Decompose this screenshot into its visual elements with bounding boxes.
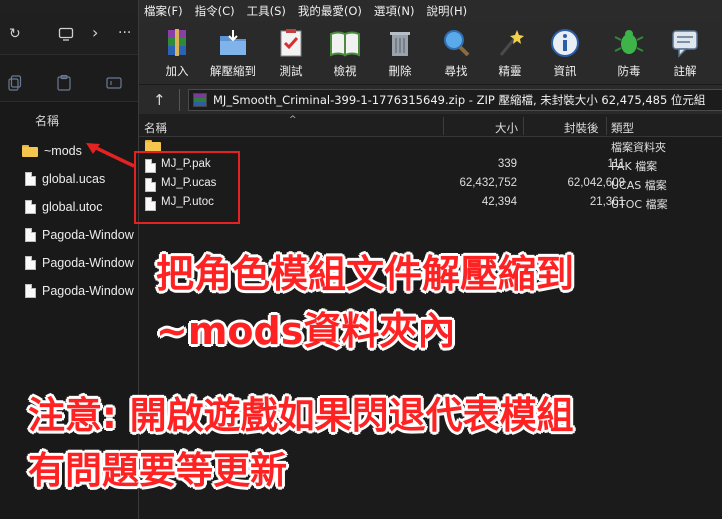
- cell-type: PAK 檔案: [611, 160, 658, 173]
- toolbar-label: 尋找: [444, 64, 468, 78]
- comment-button[interactable]: 註解: [659, 26, 711, 82]
- rename-icon[interactable]: [106, 75, 122, 95]
- info-icon: [548, 26, 582, 60]
- view-icon: [328, 26, 362, 60]
- sort-caret-icon: ^: [289, 115, 297, 125]
- toolbar: 加入 解壓縮到 測試 檢視 刪除 尋找 精靈 資訊 防毒 註解: [139, 22, 722, 84]
- rar-archive-icon: [193, 93, 207, 107]
- find-icon: [439, 26, 473, 60]
- item-label: ~mods: [44, 144, 82, 158]
- file-icon: [25, 228, 36, 242]
- wizard-button[interactable]: 精靈: [484, 26, 536, 82]
- test-icon: [274, 26, 308, 60]
- menu-bar: 檔案(F) 指令(C) 工具(S) 我的最愛(O) 選項(N) 說明(H): [139, 0, 722, 22]
- comment-icon: [668, 26, 702, 60]
- copy-icon[interactable]: [8, 75, 22, 95]
- menu-tools[interactable]: 工具(S): [247, 3, 286, 19]
- toolbar-label: 檢視: [333, 64, 357, 78]
- item-label: Pagoda-Window: [42, 256, 134, 270]
- find-button[interactable]: 尋找: [430, 26, 482, 82]
- list-item[interactable]: Pagoda-Window: [22, 225, 142, 245]
- virus-scan-icon: [612, 26, 646, 60]
- wizard-icon: [493, 26, 527, 60]
- delete-button[interactable]: 刪除: [374, 26, 426, 82]
- column-divider[interactable]: [606, 117, 607, 135]
- test-button[interactable]: 測試: [265, 26, 317, 82]
- delete-icon: [383, 26, 417, 60]
- item-label: global.utoc: [42, 200, 103, 214]
- annotation-line-3: 注意: 開啟遊戲如果閃退代表模組: [28, 394, 574, 437]
- column-header-name[interactable]: 名稱: [144, 120, 167, 136]
- cell-type: 檔案資料夾: [611, 141, 666, 154]
- menu-options[interactable]: 選項(N): [374, 3, 415, 19]
- column-divider[interactable]: [443, 117, 444, 135]
- toolbar-label: 加入: [165, 64, 189, 78]
- more-icon[interactable]: ···: [118, 25, 131, 41]
- menu-favorites[interactable]: 我的最愛(O): [298, 3, 362, 19]
- refresh-icon[interactable]: ↻: [9, 26, 21, 42]
- address-bar: ↑ MJ_Smooth_Criminal-399-1-1776315649.zi…: [139, 84, 722, 114]
- list-item[interactable]: global.utoc: [22, 197, 142, 217]
- explorer-nav-bar: ↻ › ···: [0, 14, 145, 54]
- annotation-line-1: 把角色模組文件解壓縮到: [156, 252, 575, 296]
- archive-path-field[interactable]: MJ_Smooth_Criminal-399-1-1776315649.zip …: [188, 89, 722, 111]
- file-icon: [25, 256, 36, 270]
- list-item[interactable]: Pagoda-Window: [22, 281, 142, 301]
- column-header-name[interactable]: 名稱: [35, 112, 59, 129]
- file-list-header: 名稱 ^ 大小 封裝後 類型: [139, 115, 722, 137]
- file-icon: [25, 200, 36, 214]
- toolbar-label: 精靈: [498, 64, 522, 78]
- folder-icon: [22, 145, 38, 157]
- add-button[interactable]: 加入: [151, 26, 203, 82]
- toolbar-label: 解壓縮到: [210, 64, 256, 78]
- item-label: Pagoda-Window: [42, 228, 134, 242]
- explorer-title-strip: [0, 0, 145, 14]
- list-item[interactable]: Pagoda-Window: [22, 253, 142, 273]
- info-button[interactable]: 資訊: [539, 26, 591, 82]
- menu-help[interactable]: 說明(H): [427, 3, 468, 19]
- column-header-type[interactable]: 類型: [611, 120, 634, 136]
- column-header-size[interactable]: 大小: [495, 120, 518, 136]
- archive-path-text: MJ_Smooth_Criminal-399-1-1776315649.zip …: [213, 93, 706, 107]
- annotation-line-2: ~mods資料夾內: [156, 309, 456, 353]
- toolbar-label: 測試: [279, 64, 303, 78]
- virus-scan-button[interactable]: 防毒: [603, 26, 655, 82]
- item-label: Pagoda-Window: [42, 284, 134, 298]
- column-divider[interactable]: [523, 117, 524, 135]
- item-label: global.ucas: [42, 172, 106, 186]
- toolbar-label: 防毒: [617, 64, 641, 78]
- red-arrow-icon: [86, 143, 135, 168]
- toolbar-label: 刪除: [388, 64, 412, 78]
- up-arrow-icon[interactable]: ↑: [153, 91, 166, 109]
- cell-size: 42,394: [481, 196, 517, 208]
- view-button[interactable]: 檢視: [319, 26, 371, 82]
- menu-file[interactable]: 檔案(F): [144, 3, 183, 19]
- menu-commands[interactable]: 指令(C): [195, 3, 235, 19]
- extract-to-icon: [216, 26, 250, 60]
- cell-type: UCAS 檔案: [611, 179, 667, 192]
- extract-to-button[interactable]: 解壓縮到: [207, 26, 259, 82]
- cell-type: UTOC 檔案: [611, 198, 668, 211]
- cell-size: 339: [497, 158, 517, 170]
- file-icon: [25, 172, 36, 186]
- explorer-command-bar: [0, 55, 145, 101]
- highlight-box: [134, 151, 240, 224]
- add-archive-icon: [160, 26, 194, 60]
- column-header-packed[interactable]: 封裝後: [564, 120, 599, 136]
- chevron-right-icon[interactable]: ›: [92, 25, 98, 41]
- monitor-icon[interactable]: [58, 26, 74, 46]
- file-icon: [25, 284, 36, 298]
- cell-size: 62,432,752: [459, 177, 517, 189]
- annotation-line-4: 有問題要等更新: [28, 449, 287, 492]
- divider: [179, 89, 180, 111]
- paste-icon[interactable]: [57, 74, 71, 95]
- divider: [0, 101, 145, 102]
- toolbar-label: 資訊: [553, 64, 577, 78]
- toolbar-label: 註解: [673, 64, 697, 78]
